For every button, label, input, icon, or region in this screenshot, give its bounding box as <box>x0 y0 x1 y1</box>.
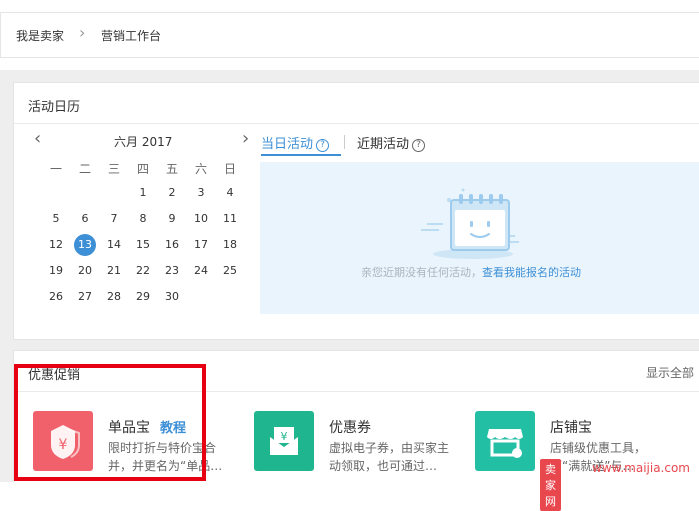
calendar-day[interactable]: 3 <box>187 186 215 199</box>
calendar-day[interactable]: 20 <box>71 264 99 277</box>
calendar-day[interactable]: 27 <box>71 290 99 303</box>
calendar-day[interactable]: 21 <box>100 264 128 277</box>
weekday-header: 二 <box>78 162 91 176</box>
weekday-header: 三 <box>107 162 120 176</box>
active-tab-indicator <box>261 154 341 156</box>
coupon-envelope-icon: ¥ <box>254 411 314 471</box>
next-month-chevron-icon[interactable]: › <box>242 128 249 149</box>
weekday-header: 五 <box>165 162 178 176</box>
tool-description-line: 店铺级优惠工具， <box>550 441 647 455</box>
chevron-right-icon: › <box>79 23 86 42</box>
tool-name: 店铺宝 <box>550 420 592 436</box>
tool-description: 虚拟电子券，由买家主 动领取，也可通过… <box>329 439 449 475</box>
calendar-smile-illustration-icon <box>421 188 519 259</box>
calendar-day[interactable]: 9 <box>158 212 186 225</box>
calendar-day[interactable]: 2 <box>158 186 186 199</box>
svg-text:¥: ¥ <box>281 430 288 443</box>
tool-name: 优惠券 <box>329 420 371 436</box>
breadcrumb: 我是卖家 › 营销工作台 <box>0 12 699 58</box>
breadcrumb-home-link[interactable]: 我是卖家 <box>16 27 64 44</box>
weekday-header: 一 <box>49 162 62 176</box>
tab-today-activities[interactable]: 当日活动? <box>261 133 330 152</box>
calendar-day[interactable]: 10 <box>187 212 215 225</box>
weekday-header: 四 <box>136 162 149 176</box>
calendar-day[interactable]: 8 <box>129 212 157 225</box>
calendar-day[interactable]: 23 <box>158 264 186 277</box>
calendar-day[interactable]: 6 <box>71 212 99 225</box>
calendar-day[interactable]: 25 <box>216 264 244 277</box>
calendar-day[interactable]: 29 <box>129 290 157 303</box>
tab-label: 当日活动 <box>261 137 314 152</box>
calendar-day[interactable]: 28 <box>100 290 128 303</box>
calendar-day[interactable]: 7 <box>100 212 128 225</box>
empty-state-text: 亲您近期没有任何活动，查看我能报名的活动 <box>361 264 581 280</box>
empty-message: 亲您近期没有任何活动， <box>361 266 482 279</box>
calendar-day[interactable]: 1 <box>129 186 157 199</box>
watermark-url: www.maijia.com <box>592 461 690 475</box>
calendar-day[interactable]: 19 <box>42 264 70 277</box>
calendar-day[interactable]: 4 <box>216 186 244 199</box>
help-icon[interactable]: ? <box>316 139 330 152</box>
calendar-day[interactable]: 14 <box>100 238 128 251</box>
highlight-annotation-box <box>14 364 206 481</box>
calendar-day[interactable]: 11 <box>216 212 244 225</box>
shop-icon <box>475 411 535 471</box>
calendar-day[interactable]: 15 <box>129 238 157 251</box>
calendar-day[interactable]: 18 <box>216 238 244 251</box>
watermark-badge: 卖家网 <box>540 459 561 511</box>
empty-state: 亲您近期没有任何活动，查看我能报名的活动 <box>260 162 699 314</box>
calendar-day-today[interactable]: 13 <box>74 234 96 256</box>
calendar-day[interactable]: 16 <box>158 238 186 251</box>
tab-separator <box>344 135 345 149</box>
calendar-month-label: 六月 2017 <box>114 135 173 149</box>
tool-card-coupon[interactable]: ¥ 优惠券 虚拟电子券，由买家主 动领取，也可通过… <box>254 411 454 481</box>
calendar-day[interactable]: 5 <box>42 212 70 225</box>
panel-divider <box>14 123 699 124</box>
weekday-header: 六 <box>194 162 207 176</box>
calendar-day[interactable]: 22 <box>129 264 157 277</box>
tab-label: 近期活动 <box>357 137 410 152</box>
weekday-header: 日 <box>223 162 236 176</box>
show-all-link[interactable]: 显示全部 <box>646 364 694 381</box>
calendar-day[interactable]: 24 <box>187 264 215 277</box>
calendar-day[interactable]: 12 <box>42 238 70 251</box>
tab-recent-activities[interactable]: 近期活动? <box>357 133 426 152</box>
breadcrumb-current: 营销工作台 <box>101 29 162 43</box>
prev-month-chevron-icon[interactable]: ‹ <box>34 128 41 149</box>
panel-title: 活动日历 <box>28 100 81 115</box>
help-icon[interactable]: ? <box>412 139 426 152</box>
calendar-day[interactable]: 26 <box>42 290 70 303</box>
tool-description-line: 动领取，也可通过… <box>329 459 438 473</box>
tool-description-line: 虚拟电子券，由买家主 <box>329 441 450 455</box>
calendar-day[interactable]: 17 <box>187 238 215 251</box>
view-eligible-activities-link[interactable]: 查看我能报名的活动 <box>482 266 581 279</box>
calendar-day[interactable]: 30 <box>158 290 186 303</box>
